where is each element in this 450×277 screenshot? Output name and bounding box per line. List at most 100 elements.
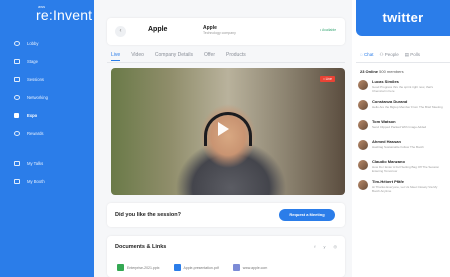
sidebar-item-label: Stage — [27, 59, 38, 64]
chat-message: Tom Watson Send Clipped Packed With Image… — [358, 119, 448, 136]
chat-list[interactable]: Lucas Simões Good Progress thru the sprin… — [358, 79, 448, 199]
stage-icon — [14, 59, 20, 64]
chat-message: Constanza Durand Hello Are the Bigtop Mem… — [358, 99, 448, 116]
sidebar: aws re:Invent Lobby Stage Sessions Netwo… — [0, 0, 94, 277]
file-icon — [173, 264, 181, 271]
social-links: f y ◎ — [314, 244, 337, 249]
rewards-icon — [14, 131, 20, 136]
tab-people[interactable]: ⚇ People — [379, 52, 398, 58]
sidebar-item-my-talks[interactable]: My Talks — [0, 156, 94, 171]
status-badge: • Available — [320, 28, 337, 32]
sidebar-item-sessions[interactable]: Sessions — [0, 72, 94, 87]
sidebar-nav-secondary: My Talks My Booth — [0, 156, 94, 192]
chat-text: Hi Thanks Everyone, Let Us Meet Closely … — [372, 185, 438, 193]
file-item[interactable]: Enterprise-2021.pptx — [117, 264, 160, 271]
online-label: 500 members — [379, 69, 404, 74]
sidebar-item-lobby[interactable]: Lobby — [0, 36, 94, 51]
sessions-icon — [14, 77, 20, 82]
chat-message: Lucas Simões Good Progress thru the sprin… — [358, 79, 448, 96]
file-name: Enterprise-2021.pptx — [127, 265, 160, 270]
networking-icon — [14, 95, 20, 100]
chat-message: Ahmed Hassan Hashtag Sustainable Follow T… — [358, 139, 448, 156]
chat-message: Tim-Hébert Pfäfe Hi Thanks Everyone, Let … — [358, 179, 448, 196]
company-header: ‹ Apple Apple Technology company • Avail… — [107, 18, 345, 45]
content-tabs: Live Video Company Details Offer Product… — [111, 52, 246, 61]
chat-message: Claudio Manzano How Do I Enter A Full Set… — [358, 159, 448, 176]
sidebar-item-label: My Booth — [27, 179, 45, 184]
play-icon[interactable] — [218, 122, 229, 136]
video-player[interactable]: • Live — [111, 68, 345, 195]
tab-chat[interactable]: ◌ Chat — [360, 52, 373, 58]
expo-icon — [14, 113, 19, 118]
feedback-question: Did you like the session? — [115, 212, 182, 218]
facebook-icon[interactable]: f — [314, 244, 315, 249]
right-panel: twitter ◌ Chat ⚇ People ▤ Polls 23 Onlin… — [352, 0, 450, 277]
chat-text: Hello Are the Bigtop Member From The Bri… — [372, 105, 443, 109]
file-item[interactable]: Apple-presentation.pdf — [173, 264, 219, 271]
sidebar-item-label: Rewards — [27, 131, 44, 136]
chat-text: How Do I Enter A Full Setting Bag Off Th… — [372, 165, 440, 173]
chat-text: Send Clipped Packed With Image Added — [372, 125, 427, 129]
company-logo-text: Apple — [148, 26, 168, 33]
sidebar-item-label: Lobby — [27, 41, 39, 46]
chat-author: Ahmed Hassan — [372, 139, 401, 144]
logo-text: re:Invent — [36, 7, 93, 23]
avatar[interactable] — [358, 120, 368, 130]
link-icon — [232, 264, 240, 271]
avatar[interactable] — [358, 100, 368, 110]
documents-title: Documents & Links — [115, 244, 167, 250]
company-subtitle: Technology company — [203, 31, 236, 35]
back-button[interactable]: ‹ — [115, 26, 126, 37]
sidebar-item-label: My Talks — [27, 161, 44, 166]
sidebar-item-rewards[interactable]: Rewards — [0, 126, 94, 141]
sidebar-nav: Lobby Stage Sessions Networking Expo Rew… — [0, 36, 94, 144]
event-logo[interactable]: aws re:Invent — [8, 3, 92, 25]
tab-polls[interactable]: ▤ Polls — [405, 52, 420, 58]
home-icon — [14, 41, 20, 46]
live-badge: • Live — [320, 76, 335, 82]
chat-author: Claudio Manzano — [372, 159, 405, 164]
twitter-icon[interactable]: y — [324, 244, 326, 249]
booth-icon — [14, 179, 20, 184]
main-content: ‹ Apple Apple Technology company • Avail… — [94, 0, 352, 277]
chat-author: Tim-Hébert Pfäfe — [372, 179, 404, 184]
tab-live[interactable]: Live — [111, 52, 121, 61]
chat-text: Hashtag Sustainable Follow The Booth — [372, 145, 424, 149]
tab-products[interactable]: Products — [226, 52, 246, 61]
app-window: aws re:Invent Lobby Stage Sessions Netwo… — [0, 0, 450, 277]
talks-icon — [14, 161, 20, 166]
tab-video[interactable]: Video — [131, 52, 144, 61]
file-item[interactable]: www.apple.com — [232, 264, 268, 271]
file-icon — [117, 264, 124, 271]
sidebar-item-my-booth[interactable]: My Booth — [0, 174, 94, 189]
file-list: Enterprise-2021.pptx Apple-presentation.… — [117, 264, 267, 271]
sidebar-item-expo[interactable]: Expo — [0, 108, 94, 123]
sponsor-banner[interactable]: twitter — [356, 0, 450, 36]
file-name: Apple-presentation.pdf — [183, 265, 219, 270]
sidebar-item-label: Expo — [27, 113, 38, 118]
chat-tabs-divider — [356, 62, 450, 63]
chat-tabs: ◌ Chat ⚇ People ▤ Polls — [360, 52, 420, 58]
avatar[interactable] — [358, 140, 368, 150]
avatar[interactable] — [358, 160, 368, 170]
online-count: 23 Online 500 members — [360, 69, 404, 74]
sidebar-item-label: Networking — [27, 95, 48, 100]
sidebar-item-networking[interactable]: Networking — [0, 90, 94, 105]
avatar[interactable] — [358, 180, 368, 190]
chat-author: Tom Watson — [372, 119, 396, 124]
sidebar-item-label: Sessions — [27, 77, 44, 82]
feedback-card: Did you like the session? Request a Meet… — [107, 203, 345, 227]
instagram-icon[interactable]: ◎ — [334, 244, 338, 249]
chat-author: Constanza Durand — [372, 99, 408, 104]
chat-text: Good Progress thru the sprint right now,… — [372, 85, 433, 93]
documents-card: Documents & Links f y ◎ Enterprise-2021.… — [107, 236, 345, 277]
sidebar-item-stage[interactable]: Stage — [0, 54, 94, 69]
file-name: www.apple.com — [242, 265, 268, 270]
chat-author: Lucas Simões — [372, 79, 399, 84]
tab-company-details[interactable]: Company Details — [155, 52, 193, 61]
request-meeting-button[interactable]: Request a Meeting — [279, 209, 335, 221]
tabs-divider — [107, 62, 345, 63]
tab-offer[interactable]: Offer — [204, 52, 215, 61]
avatar[interactable] — [358, 80, 368, 90]
online-number: 23 Online — [360, 69, 379, 74]
